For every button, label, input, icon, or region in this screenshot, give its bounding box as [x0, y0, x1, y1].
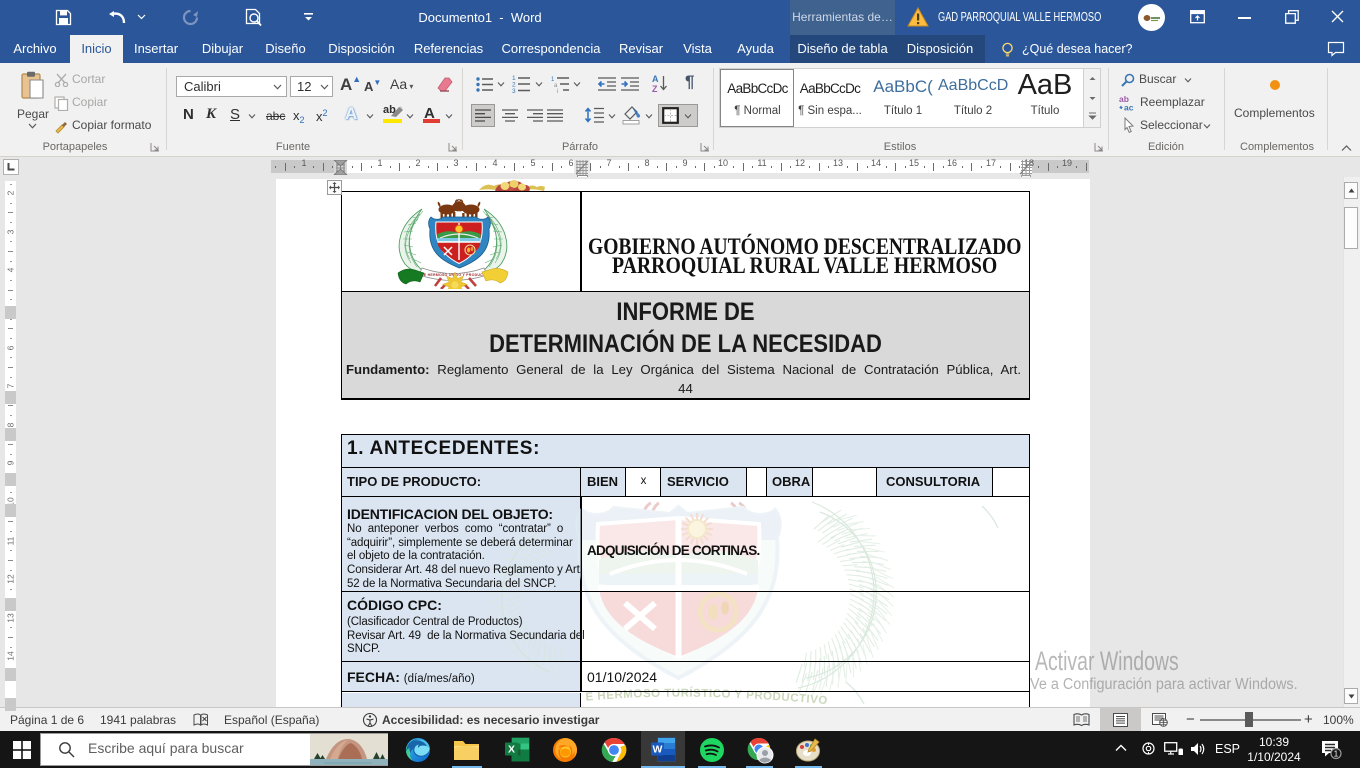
- svg-text:VALLE HERMOSO UNIDO Y PRODUCT: VALLE HERMOSO UNIDO Y PRODUCTIVO: [414, 273, 492, 277]
- svg-text:X: X: [508, 744, 515, 756]
- svg-text:ac: ac: [1124, 103, 1134, 112]
- svg-text:W: W: [653, 744, 663, 756]
- svg-text:A: A: [652, 74, 659, 84]
- svg-text:i: i: [557, 89, 558, 93]
- svg-text:3: 3: [512, 88, 516, 94]
- svg-text:1: 1: [1334, 750, 1339, 759]
- svg-text:Z: Z: [652, 84, 658, 93]
